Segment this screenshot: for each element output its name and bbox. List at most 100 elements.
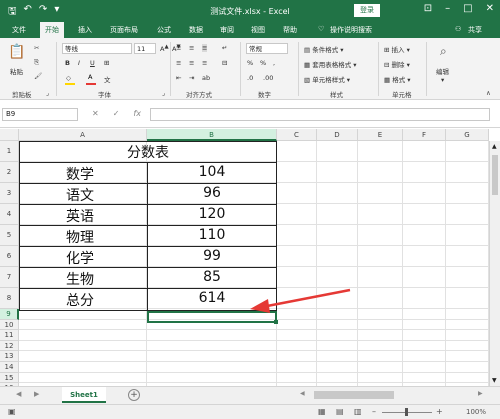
worksheet-grid[interactable]: A B C D E F G 12345678910111213141516 分数…	[0, 128, 500, 394]
align-top-icon[interactable]: ≡	[176, 44, 181, 52]
copy-icon[interactable]: ⎘	[34, 58, 39, 67]
tab-home[interactable]: 开始	[40, 22, 64, 38]
row-header-9[interactable]: 9	[0, 309, 19, 320]
zoom-in-icon[interactable]: +	[436, 407, 443, 416]
group-clipboard-launcher-icon[interactable]: ⌟	[46, 89, 49, 97]
wrap-text-icon[interactable]: ↵	[222, 44, 227, 52]
bold-icon[interactable]: B	[65, 59, 70, 67]
column-header-f[interactable]: F	[403, 129, 446, 141]
sheet-title-cell[interactable]: 分数表	[19, 142, 277, 162]
scroll-down-icon[interactable]: ▼	[492, 377, 497, 384]
tell-me-search[interactable]: 操作说明搜索	[330, 25, 372, 35]
align-bottom-icon[interactable]: ≡	[202, 44, 208, 52]
subject-cell[interactable]: 总分	[66, 290, 94, 310]
score-cell[interactable]: 110	[147, 227, 277, 243]
tab-help[interactable]: 帮助	[283, 25, 297, 35]
share-button[interactable]: 共享	[468, 25, 482, 35]
sheet-tab-sheet1[interactable]: Sheet1	[62, 387, 106, 403]
row-header-10[interactable]: 10	[0, 319, 19, 331]
share-icon[interactable]: ⚇	[455, 25, 461, 33]
column-header-c[interactable]: C	[277, 129, 317, 141]
merge-center-icon[interactable]: ⊟	[222, 59, 227, 67]
enter-icon[interactable]: ✓	[113, 109, 120, 118]
align-center-icon[interactable]: ≡	[189, 59, 194, 67]
zoom-out-icon[interactable]: –	[372, 407, 376, 416]
grow-font-icon[interactable]: A▲	[160, 44, 169, 53]
editing-button[interactable]: 编辑	[436, 66, 449, 76]
cut-icon[interactable]: ✂	[34, 44, 39, 52]
close-icon[interactable]: ✕	[486, 3, 494, 14]
accounting-format-icon[interactable]: %	[247, 59, 253, 67]
align-middle-icon[interactable]: ≡	[189, 44, 194, 52]
row-header-3[interactable]: 3	[0, 183, 19, 204]
delete-cells-button[interactable]: ⊟ 删除 ▾	[384, 59, 410, 69]
row-header-15[interactable]: 15	[0, 372, 19, 384]
fill-color-icon[interactable]: ◇	[66, 74, 71, 82]
font-size-dropdown[interactable]: 11	[134, 43, 156, 54]
row-header-8[interactable]: 8	[0, 288, 19, 309]
add-sheet-icon[interactable]: +	[128, 389, 140, 401]
maximize-icon[interactable]: □	[463, 3, 472, 14]
score-cell[interactable]: 104	[147, 164, 277, 180]
column-header-e[interactable]: E	[358, 129, 403, 141]
formula-input[interactable]	[150, 108, 490, 121]
collapse-ribbon-icon[interactable]: ∧	[486, 89, 491, 97]
insert-function-icon[interactable]: fx	[133, 109, 141, 118]
conditional-format-button[interactable]: ▤ 条件格式 ▾	[304, 44, 344, 54]
score-cell[interactable]: 99	[147, 248, 277, 264]
row-header-13[interactable]: 13	[0, 351, 19, 362]
search-icon[interactable]: ⌕	[440, 44, 447, 59]
paste-button[interactable]: 粘贴	[10, 66, 23, 76]
increase-indent-icon[interactable]: ⇥	[189, 74, 194, 82]
underline-icon[interactable]: U	[90, 59, 95, 67]
decrease-decimal-icon[interactable]: .00	[263, 74, 273, 82]
cell-styles-button[interactable]: ▧ 单元格样式 ▾	[304, 74, 350, 84]
ribbon-display-options-icon[interactable]: ⊡	[424, 3, 432, 14]
subject-cell[interactable]: 语文	[66, 185, 94, 205]
column-header-g[interactable]: G	[446, 129, 489, 141]
scroll-up-icon[interactable]: ▲	[492, 143, 497, 150]
comma-icon[interactable]: ,	[273, 59, 275, 67]
macro-record-icon[interactable]: ▣	[8, 407, 16, 416]
format-as-table-button[interactable]: ▦ 套用表格格式 ▾	[304, 59, 357, 69]
tab-page-layout[interactable]: 页面布局	[110, 25, 138, 35]
row-header-1[interactable]: 1	[0, 141, 19, 162]
subject-cell[interactable]: 英语	[66, 206, 94, 226]
tab-review[interactable]: 审阅	[220, 25, 234, 35]
format-painter-icon[interactable]: 🖌	[34, 72, 42, 80]
scroll-thumb[interactable]	[492, 155, 498, 195]
zoom-level[interactable]: 100%	[466, 408, 486, 416]
login-button[interactable]: 登录	[354, 4, 380, 17]
minimize-icon[interactable]: –	[445, 3, 450, 14]
row-header-6[interactable]: 6	[0, 246, 19, 267]
page-break-view-icon[interactable]: ▥	[354, 407, 362, 416]
hscroll-left-icon[interactable]: ◀	[300, 390, 312, 397]
font-name-dropdown[interactable]: 等线	[62, 43, 132, 54]
insert-cells-button[interactable]: ⊞ 插入 ▾	[384, 44, 410, 54]
cancel-icon[interactable]: ✕	[92, 109, 99, 118]
row-header-4[interactable]: 4	[0, 204, 19, 225]
row-header-11[interactable]: 11	[0, 330, 19, 341]
select-all-corner[interactable]	[0, 129, 19, 141]
prev-sheet-icon[interactable]: ◀	[16, 390, 21, 398]
tab-data[interactable]: 数据	[189, 25, 203, 35]
column-header-d[interactable]: D	[317, 129, 358, 141]
hscroll-right-icon[interactable]: ▶	[478, 390, 483, 397]
fill-handle[interactable]	[274, 320, 278, 324]
borders-icon[interactable]: ⊞	[104, 59, 109, 67]
decrease-indent-icon[interactable]: ⇤	[176, 74, 181, 82]
hscroll-thumb[interactable]	[314, 391, 394, 399]
subject-cell[interactable]: 物理	[66, 227, 94, 247]
format-cells-button[interactable]: ▦ 格式 ▾	[384, 74, 411, 84]
row-header-7[interactable]: 7	[0, 267, 19, 288]
score-cell[interactable]: 120	[147, 206, 277, 222]
page-layout-view-icon[interactable]: ▤	[336, 407, 344, 416]
name-box[interactable]: B9	[2, 108, 78, 121]
group-font-launcher-icon[interactable]: ⌟	[162, 89, 165, 97]
align-left-icon[interactable]: ≡	[176, 59, 181, 67]
normal-view-icon[interactable]: ▦	[318, 407, 326, 416]
tab-formulas[interactable]: 公式	[157, 25, 171, 35]
italic-icon[interactable]: I	[78, 59, 80, 67]
phonetic-icon[interactable]: 文	[104, 74, 111, 84]
paste-icon[interactable]: 📋	[8, 44, 25, 60]
